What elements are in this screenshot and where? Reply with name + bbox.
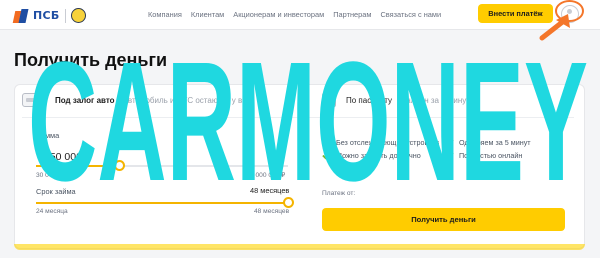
amount-label: Сумма [36,131,60,140]
brand-name: ПСБ [33,9,60,22]
partner-badge-icon [70,8,86,23]
logo-divider [64,8,66,23]
payment-from-label: Платеж от: [322,190,356,197]
feature-item: Можно закрыть досрочно [322,151,421,160]
nav-contact[interactable]: Связаться с нами [380,10,441,19]
get-money-button[interactable]: Получить деньги [322,208,565,231]
term-slider-thumb[interactable] [282,197,294,208]
annotation-arrow-icon [539,14,570,41]
feature-label: Без отслеживающих устройств [336,138,440,147]
feature-label: Полностью онлайн [459,151,523,160]
amount-min: 30 000 ₽ [36,172,63,179]
amount-max: 1 000 000 ₽ [250,172,286,179]
tab-passport[interactable]: По паспорту Онлайн за 5 минут [322,93,470,107]
card-accent-strip [14,244,585,250]
tab-car-collateral-sub: Автомобиль и ПТС остаются у вас [122,95,251,105]
tab-passport-label: По паспорту [346,95,393,105]
amount-value: 350 000 ₽ [44,151,92,163]
check-icon [445,139,454,147]
nav-investors[interactable]: Акционерам и инвесторам [233,10,324,19]
check-icon [322,139,331,147]
amount-slider-thumb[interactable] [113,160,125,171]
feature-label: Можно закрыть досрочно [336,151,421,160]
passport-icon [322,93,336,107]
term-value: 48 месяцев [250,186,290,195]
brand-logo[interactable]: ПСБ [12,8,86,23]
feature-label: Одобряем за 5 минут [459,138,531,147]
nav-company[interactable]: Компания [148,10,182,19]
feature-item: Полностью онлайн [445,151,522,160]
car-icon [22,93,44,107]
page-title: Получить деньги [14,50,168,70]
term-max: 48 месяцев [254,208,290,215]
main-nav: Компания Клиентам Акционерам и инвестора… [148,10,450,19]
tab-car-collateral[interactable]: Под залог авто Автомобиль и ПТС остаются… [22,93,251,107]
check-icon [445,152,454,160]
nav-partners[interactable]: Партнерам [333,10,371,19]
check-icon [322,152,331,160]
term-min: 24 месяца [36,208,68,215]
nav-clients[interactable]: Клиентам [191,10,224,19]
feature-item: Без отслеживающих устройств [322,138,439,147]
tab-divider [22,117,574,118]
tab-car-collateral-label: Под залог авто [55,95,115,105]
term-label: Срок займа [36,187,76,196]
term-slider-fill [36,202,288,204]
feature-item: Одобряем за 5 минут [445,138,531,147]
amount-slider-fill [36,165,120,167]
top-header: ПСБ Компания Клиентам Акционерам и инвес… [0,0,600,30]
psb-logo-mark-icon [12,8,29,23]
tab-passport-sub: Онлайн за 5 минут [400,95,470,105]
